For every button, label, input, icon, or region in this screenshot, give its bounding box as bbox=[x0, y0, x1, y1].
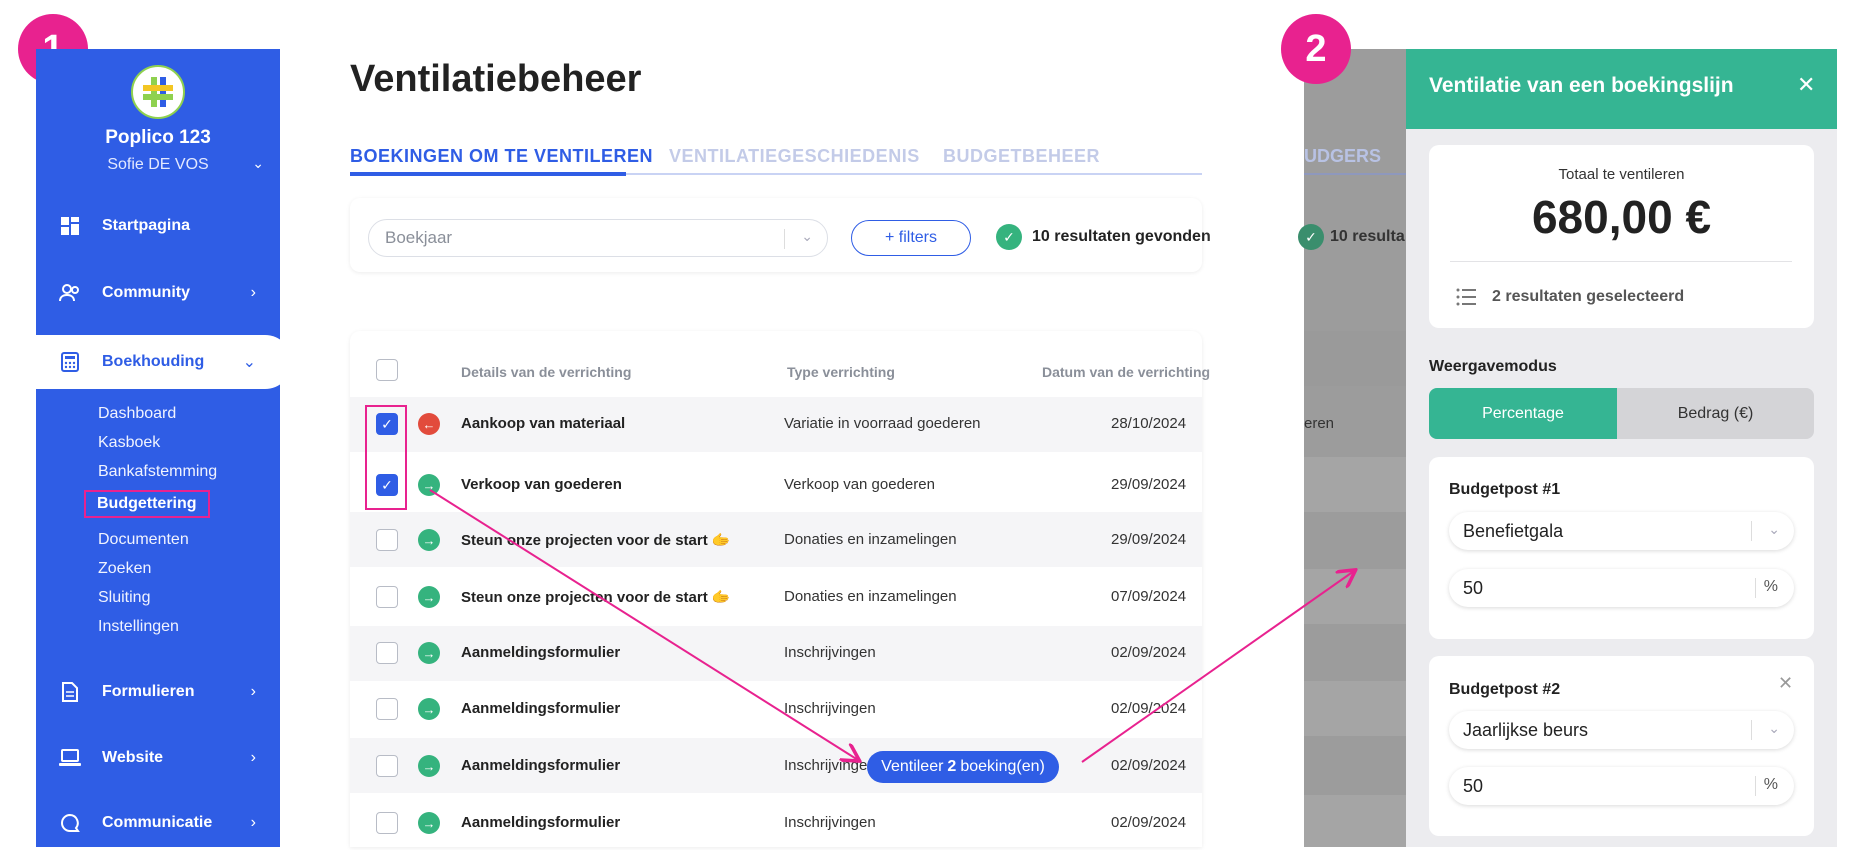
ventileer-count: 2 bbox=[947, 758, 957, 775]
ventileer-suffix: boeking(en) bbox=[960, 758, 1045, 775]
arrow-to-button bbox=[429, 489, 858, 760]
ventileer-label: Ventileer bbox=[881, 758, 944, 775]
arrow-to-panel bbox=[1081, 571, 1354, 763]
ventileer-button[interactable]: Ventileer 2 boeking(en) bbox=[867, 751, 1059, 783]
annotation-arrows bbox=[429, 489, 1857, 847]
